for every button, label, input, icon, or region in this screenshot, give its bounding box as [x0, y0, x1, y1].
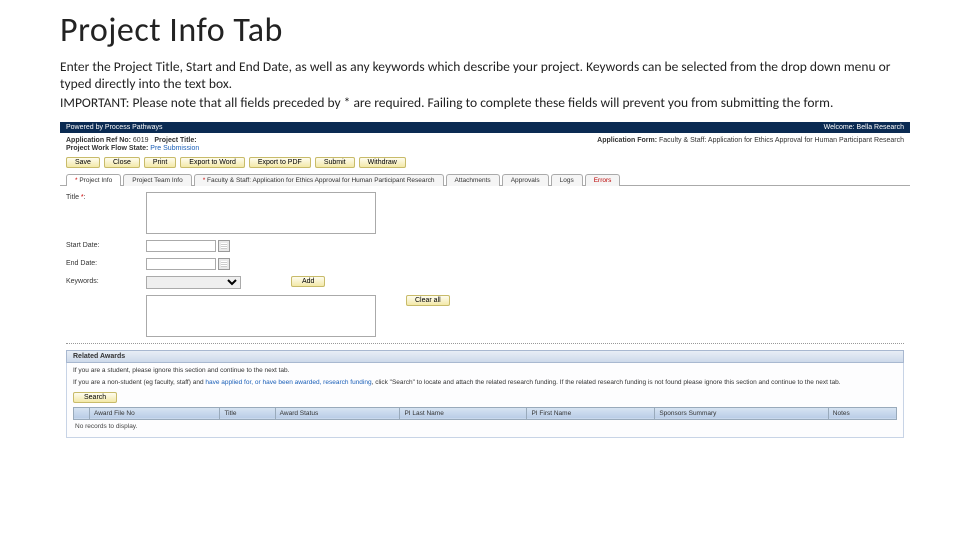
awards-col-sponsors[interactable]: Sponsors Summary: [655, 407, 828, 419]
related-awards-body: If you are a student, please ignore this…: [66, 363, 904, 438]
save-button[interactable]: Save: [66, 157, 100, 168]
related-awards-header: Related Awards: [66, 350, 904, 363]
welcome-user-label: Welcome: Bella Research: [824, 124, 904, 131]
keywords-select[interactable]: [146, 276, 241, 289]
clear-all-button[interactable]: Clear all: [406, 295, 450, 306]
tab-bar: * Project Info Project Team Info * Facul…: [60, 173, 910, 186]
export-pdf-button[interactable]: Export to PDF: [249, 157, 311, 168]
top-bar: Powered by Process Pathways Welcome: Bel…: [60, 122, 910, 133]
title-input[interactable]: [146, 192, 376, 234]
tab-project-info[interactable]: * Project Info: [66, 174, 121, 186]
awards-col-title[interactable]: Title: [220, 407, 275, 419]
tab-logs[interactable]: Logs: [551, 174, 583, 186]
keywords-box[interactable]: [146, 295, 376, 337]
export-word-button[interactable]: Export to Word: [180, 157, 245, 168]
awards-col-status[interactable]: Award Status: [275, 407, 400, 419]
application-form-info: Application Form: Faculty & Staff: Appli…: [597, 137, 904, 144]
title-label: Title *:: [66, 192, 146, 201]
intro-paragraph-2: IMPORTANT: Please note that all fields p…: [60, 95, 910, 112]
submit-button[interactable]: Submit: [315, 157, 355, 168]
form-panel: Title *: Start Date: End Date: Keywords:…: [60, 186, 910, 442]
meta-area: Application Form: Faculty & Staff: Appli…: [60, 133, 910, 155]
workflow-row: Project Work Flow State: Pre Submission: [66, 145, 904, 152]
app-screenshot: Powered by Process Pathways Welcome: Bel…: [60, 122, 910, 442]
print-button[interactable]: Print: [144, 157, 176, 168]
intro-paragraph-1: Enter the Project Title, Start and End D…: [60, 59, 910, 93]
start-date-label: Start Date:: [66, 240, 146, 249]
awards-col-pilast[interactable]: PI Last Name: [400, 407, 527, 419]
tab-project-team-info[interactable]: Project Team Info: [123, 174, 191, 186]
close-button[interactable]: Close: [104, 157, 140, 168]
tab-errors[interactable]: Errors: [585, 174, 621, 186]
powered-by-label: Powered by Process Pathways: [66, 124, 163, 131]
awards-hint-2: If you are a non-student (eg faculty, st…: [73, 379, 897, 387]
awards-col-notes[interactable]: Notes: [828, 407, 896, 419]
calendar-icon[interactable]: [218, 258, 230, 270]
calendar-icon[interactable]: [218, 240, 230, 252]
awards-col-pifirst[interactable]: PI First Name: [527, 407, 655, 419]
end-date-input[interactable]: [146, 258, 216, 270]
search-awards-button[interactable]: Search: [73, 392, 117, 403]
no-records-label: No records to display.: [73, 420, 897, 433]
page-title: Project Info Tab: [60, 10, 910, 51]
tab-attachments[interactable]: Attachments: [446, 174, 500, 186]
tab-ethics-application[interactable]: * Faculty & Staff: Application for Ethic…: [194, 174, 444, 186]
keywords-label: Keywords:: [66, 276, 146, 285]
action-button-row: Save Close Print Export to Word Export t…: [60, 155, 910, 173]
add-keyword-button[interactable]: Add: [291, 276, 325, 287]
awards-col-fileno[interactable]: Award File No: [90, 407, 220, 419]
withdraw-button[interactable]: Withdraw: [359, 157, 406, 168]
awards-hint-1: If you are a student, please ignore this…: [73, 367, 897, 375]
awards-table: Award File No Title Award Status PI Last…: [73, 407, 897, 420]
end-date-label: End Date:: [66, 258, 146, 267]
awards-col-blank: [74, 407, 90, 419]
tab-approvals[interactable]: Approvals: [502, 174, 549, 186]
start-date-input[interactable]: [146, 240, 216, 252]
